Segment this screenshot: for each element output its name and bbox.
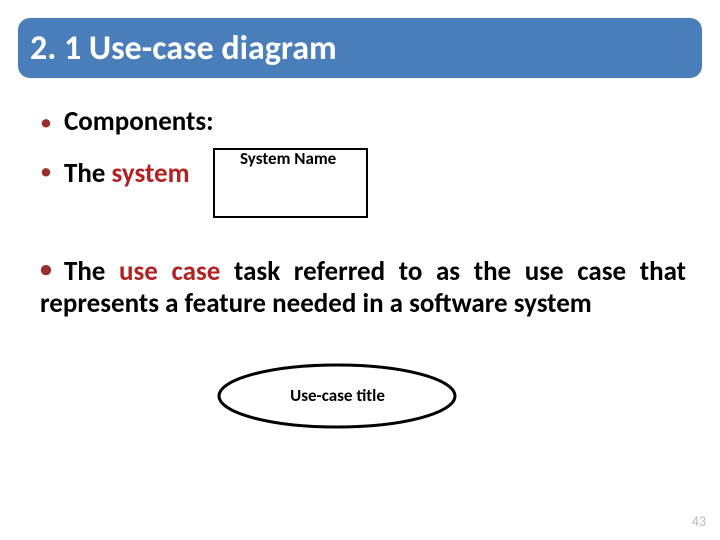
slide-title: 2. 1 Use-case diagram <box>30 28 337 69</box>
usecase-pre: The <box>64 255 119 288</box>
page-number: 43 <box>692 513 706 530</box>
bullet-dot-icon: • <box>40 158 52 187</box>
system-word: system <box>112 157 190 190</box>
components-label: Components: <box>64 106 214 138</box>
content-body: • Components: <box>40 100 680 138</box>
bullet-dot-icon: • <box>40 256 52 285</box>
usecase-ellipse: Use-case title <box>215 362 460 430</box>
bullet-dot-icon: • <box>40 109 52 138</box>
the-system-label: The system <box>64 158 190 190</box>
usecase-red: use case <box>119 255 220 288</box>
bullet-components: • Components: <box>40 106 680 138</box>
system-box-label: System Name <box>240 148 336 169</box>
title-bar: 2. 1 Use-case diagram <box>18 18 702 78</box>
usecase-paragraph: • The use case task referred to as the u… <box>40 256 686 321</box>
the-word: The <box>64 157 112 190</box>
bullet-the-system: • The system <box>40 158 190 190</box>
usecase-ellipse-label: Use-case title <box>215 385 460 406</box>
